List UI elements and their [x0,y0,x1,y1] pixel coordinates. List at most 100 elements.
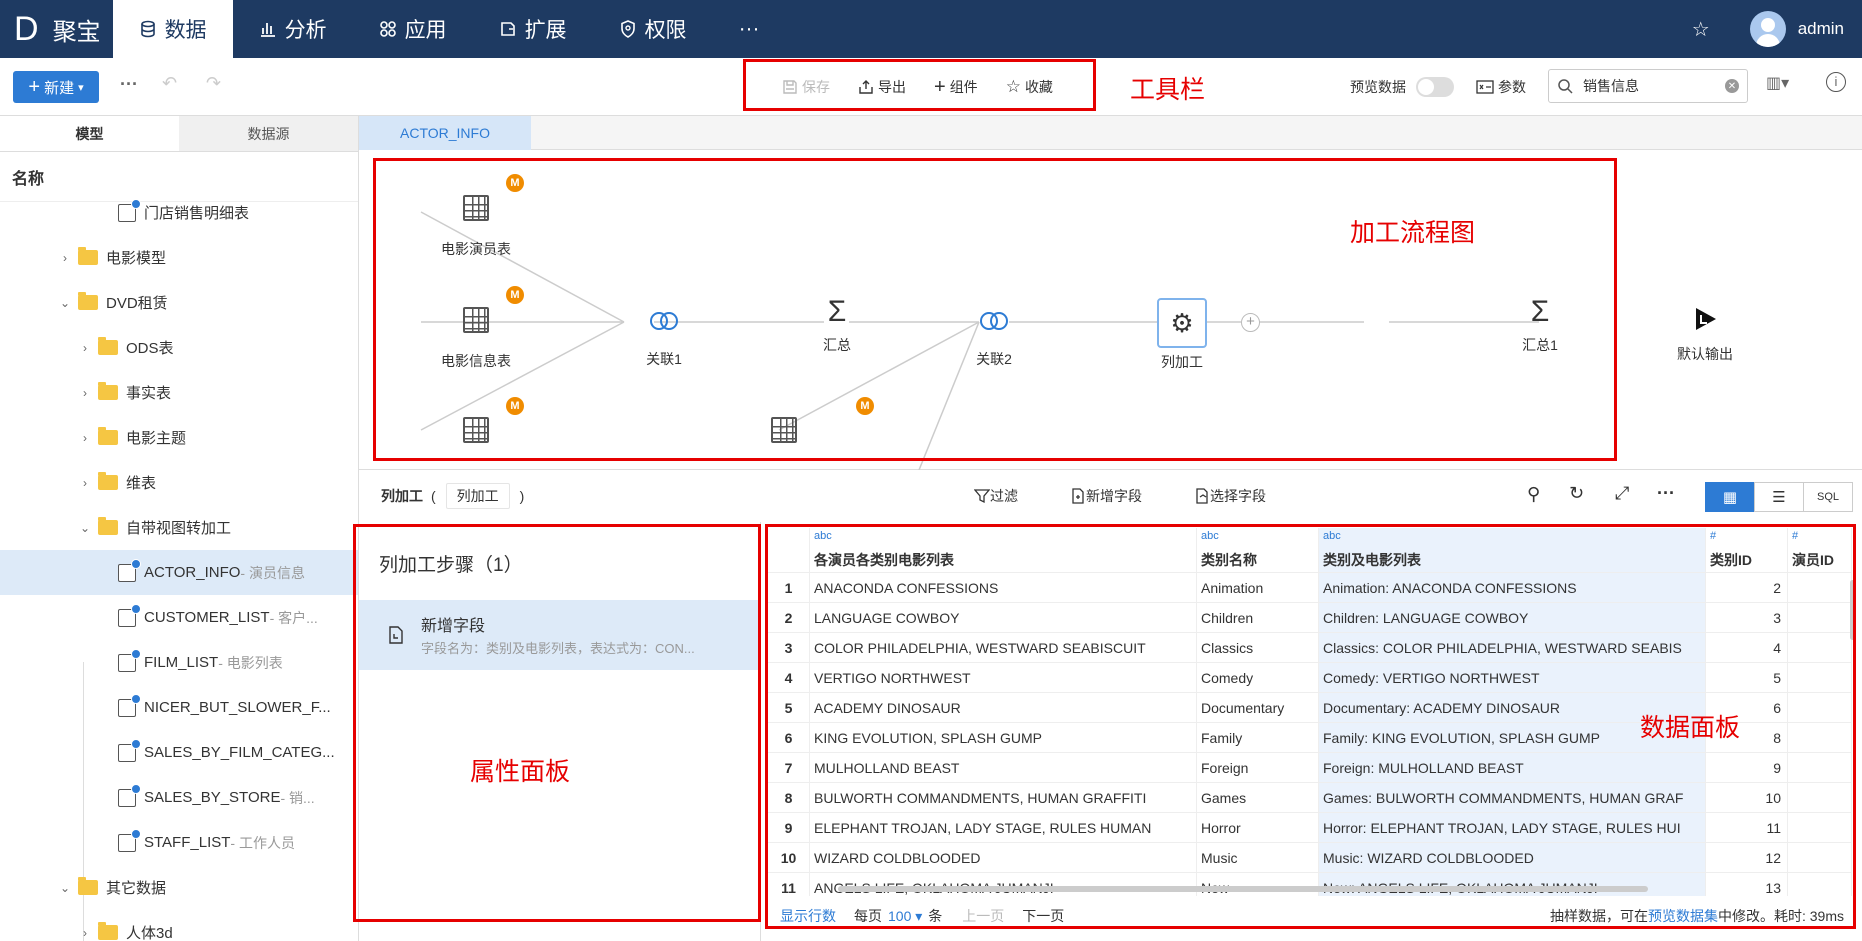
tree-item-label: 电影模型 [106,250,167,267]
undo-icon[interactable]: ↶ [162,73,177,94]
chevron-right-icon: › [83,430,87,445]
tree-item-label: 门店销售明细表 [144,205,250,222]
chevron-right-icon: › [83,340,87,355]
search-input[interactable]: 销售信息 ✕ [1548,69,1748,103]
more-icon[interactable]: ··· [120,74,138,95]
tree-item-sub: - 演员信息 [240,564,305,581]
node-label: 默认输出 [1677,346,1733,362]
tree-folder[interactable]: › 电影主题 [0,415,358,460]
nav-tab-label: 权限 [644,19,687,42]
preview-toggle[interactable] [1416,77,1454,97]
tree-item[interactable]: CUSTOMER_LIST - 客户... [0,595,358,640]
tree-item-label: 其它数据 [106,880,167,897]
tree-folder[interactable]: ⌄ 自带视图转加工 [0,505,358,550]
tree-item-label: ODS表 [126,340,174,357]
chevron-down-icon: ⌄ [79,520,91,535]
tree-item-label: ACTOR_INFO [144,564,241,581]
tree-folder[interactable]: ⌄ DVD租赁 [0,280,358,325]
output-icon [1696,308,1716,330]
nav-tab-label: 应用 [404,19,447,42]
chevron-down-icon: ⌄ [59,880,71,895]
redo-icon[interactable]: ↷ [206,73,221,94]
tree-folder[interactable]: › 人体3d [0,910,358,941]
nav-tab-permission[interactable]: 权限 [593,0,713,58]
select-field-button[interactable]: 选择字段 [1194,486,1292,506]
search-value[interactable]: 销售信息 [1583,76,1725,96]
nav-tab-label: 扩展 [524,19,567,42]
nav-tab-apps[interactable]: 应用 [353,0,473,58]
list-icon: ☰ [1772,489,1786,506]
more-icon[interactable]: ··· [1657,483,1675,504]
paren-close: ) [519,488,525,504]
tree-item-actor-info[interactable]: ACTOR_INFO - 演员信息 [0,550,358,595]
view-icon [118,693,141,717]
folder-icon [98,472,118,490]
tab-model[interactable]: 模型 [0,116,179,151]
view-icon [118,198,141,222]
tree-item[interactable]: 门店销售明细表 [0,190,358,235]
logo[interactable]: D 聚宝 [0,0,113,58]
tab-actor-info[interactable]: ACTOR_INFO [359,116,531,150]
clear-icon[interactable]: ✕ [1725,79,1739,93]
view-icon [118,738,141,762]
info-icon[interactable]: i [1826,72,1846,92]
username[interactable]: admin [1798,19,1844,39]
tab-datasource[interactable]: 数据源 [179,116,358,151]
tree-item[interactable]: NICER_BUT_SLOWER_F... [0,685,358,730]
nav-tab-extend[interactable]: 扩展 [473,0,593,58]
chevron-down-icon: ⌄ [59,295,71,310]
app-name: 聚宝 [52,18,101,46]
tree-item[interactable]: SALES_BY_STORE - 销... [0,775,358,820]
list-view-button[interactable]: ☰ [1754,482,1804,512]
tree-item-sub: - 销... [280,789,315,806]
tree-item-label: 事实表 [126,385,172,402]
flow-node-output[interactable]: 默认输出 [1645,305,1765,364]
toolbar-annotation-box [743,59,1096,111]
tree-item[interactable]: SALES_BY_FILM_CATEG... [0,730,358,775]
nav-tab-data[interactable]: 数据 [112,0,233,58]
preview-label: 预览数据 [1350,79,1406,95]
process-title: 列加工 [381,488,423,504]
tree-item[interactable]: FILM_LIST - 电影列表 [0,640,358,685]
grid-view-button[interactable]: ▦ [1705,482,1755,512]
tree-item-sub: - 工作人员 [230,834,295,851]
filter-button[interactable]: 过滤 [974,486,1044,506]
refresh-icon[interactable]: ↻ [1569,483,1584,504]
folder-icon [78,877,98,895]
tree-folder[interactable]: › 事实表 [0,370,358,415]
plus-icon: + [28,75,41,98]
tree-item-label: CUSTOMER_LIST [144,609,270,626]
avatar[interactable] [1749,11,1786,47]
process-name-chip[interactable]: 列加工 [445,483,510,509]
add-field-label: 新增字段 [1086,488,1142,504]
tree-item[interactable]: STAFF_LIST - 工作人员 [0,820,358,865]
flow-annotation-box [373,158,1617,461]
toolbar-annotation: 工具栏 [1130,76,1206,104]
tree-folder[interactable]: › ODS表 [0,325,358,370]
chevron-right-icon: › [83,925,87,940]
search-icon [1558,79,1573,94]
params-button[interactable]: 参数 [1476,77,1526,97]
layout-icon[interactable]: ▥▾ [1766,73,1789,93]
tree-folder[interactable]: › 维表 [0,460,358,505]
paren-open: ( [431,488,436,504]
new-button[interactable]: + 新建 ▾ [13,71,99,103]
view-icon [118,828,141,852]
nav-more-button[interactable]: ··· [713,0,786,58]
property-annotation: 属性面板 [470,758,571,786]
folder-icon [98,922,118,940]
search-icon[interactable]: ⚲ [1527,484,1540,505]
tree-folder[interactable]: › 电影模型 [0,235,358,280]
tree-folder[interactable]: ⌄ 其它数据 [0,865,358,910]
folder-icon [78,247,98,265]
extend-icon [500,22,515,36]
tree-item-label: 电影主题 [126,430,187,447]
favorite-star-icon[interactable]: ☆ [1692,17,1710,42]
expand-icon[interactable]: ⤢ [1615,483,1629,504]
filter-label: 过滤 [990,488,1018,504]
nav-tab-analysis[interactable]: 分析 [233,0,353,58]
add-field-button[interactable]: 新增字段 [1070,486,1168,506]
tree-item-label: NICER_BUT_SLOWER_F... [144,699,331,716]
view-icon [118,603,141,627]
sql-view-button[interactable]: SQL [1803,482,1853,512]
